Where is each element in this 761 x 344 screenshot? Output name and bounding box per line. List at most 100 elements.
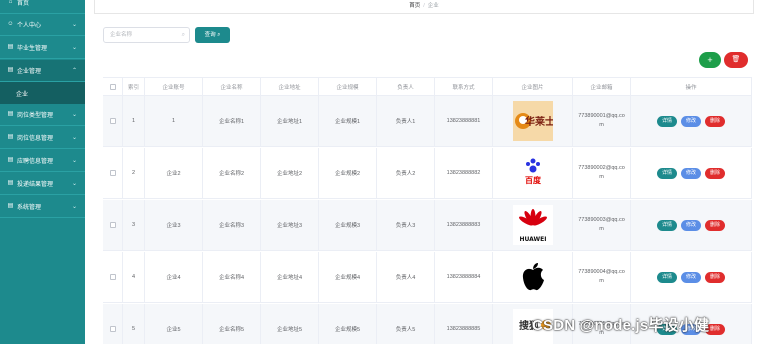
sidebar-item-applications[interactable]: ▤ 应聘信息管理 ⌄ [0, 150, 85, 172]
cell-phone: 13823888881 [435, 96, 493, 146]
sidebar-item-label: 毕业生管理 [17, 46, 48, 52]
user-icon: ☺ [7, 21, 14, 27]
delete-button[interactable]: 删除 [705, 219, 725, 231]
sidebar-item-label: 投递结果管理 [17, 182, 54, 188]
cell-leader: 负责人1 [377, 96, 435, 146]
search-icon: ⌕ [181, 32, 185, 38]
add-button[interactable]: + [699, 52, 721, 68]
table-row: 1 1 企业名称1 企业地址1 企业规模1 负责人1 13823888881 华… [103, 96, 752, 147]
sidebar-item-company[interactable]: ▤ 企业管理 ⌃ [0, 60, 85, 82]
sidebar-item-label: 岗位信息管理 [17, 136, 54, 142]
sidebar-subitem-company[interactable]: 企业 [0, 82, 85, 104]
sidebar-item-label: 系统管理 [17, 205, 42, 211]
cell-index: 1 [123, 96, 145, 146]
cell-address: 企业地址1 [261, 96, 319, 146]
cell-index: 3 [123, 200, 145, 250]
cell-leader: 负责人2 [377, 148, 435, 198]
cell-index: 2 [123, 148, 145, 198]
breadcrumb: 首页 / 企业 [94, 0, 754, 14]
cell-logo: HUAWEI [493, 200, 573, 250]
cell-logo: 华莱士 [493, 96, 573, 146]
delete-button[interactable]: 删除 [705, 271, 725, 283]
table-row: 3 企业3 企业名称3 企业地址3 企业规模3 负责人3 13823888883… [103, 200, 752, 251]
sidebar-item-system[interactable]: ▤ 系统管理 ⌄ [0, 196, 85, 218]
edit-button[interactable]: 修改 [681, 115, 701, 127]
breadcrumb-home[interactable]: 首页 [409, 3, 420, 9]
row-checkbox[interactable] [103, 148, 123, 198]
trash-icon: 🗑 [731, 56, 741, 63]
delete-button[interactable]: 删除 [705, 115, 725, 127]
detail-button[interactable]: 详情 [657, 219, 677, 231]
table-row: 4 企业4 企业名称4 企业地址4 企业规模4 负责人4 13823888884… [103, 252, 752, 303]
row-checkbox[interactable] [103, 200, 123, 250]
row-checkbox[interactable] [103, 252, 123, 302]
cell-address: 企业地址2 [261, 148, 319, 198]
search-input[interactable]: 企业名称 ⌕ [103, 27, 190, 43]
edit-button[interactable]: 修改 [681, 167, 701, 179]
detail-button[interactable]: 详情 [657, 271, 677, 283]
folder-icon: ▤ [7, 180, 14, 186]
cell-email: 773890001@qq.com [573, 96, 631, 146]
delete-button[interactable]: 删除 [705, 167, 725, 179]
detail-button[interactable]: 详情 [657, 115, 677, 127]
cell-phone: 13823888882 [435, 148, 493, 198]
sidebar-item-profile[interactable]: ☺ 个人中心 ⌄ [0, 14, 85, 36]
sidebar: ⌂ 首页 ☺ 个人中心 ⌄ ▤ 毕业生管理 ⌄ ▤ 企业管理 ⌃ 企业 ▤ 岗位类型管理 ⌄ ▤ 岗… [0, 0, 85, 344]
edit-button[interactable]: 修改 [681, 271, 701, 283]
column-header: 企业地址 [261, 78, 319, 95]
logo-text: 百度 [525, 175, 542, 185]
sidebar-item-jobs[interactable]: ▤ 岗位信息管理 ⌄ [0, 127, 85, 149]
row-checkbox[interactable] [103, 96, 123, 146]
cell-phone: 13823888884 [435, 252, 493, 302]
sidebar-item-label: 岗位类型管理 [17, 113, 54, 119]
cell-phone: 13823888885 [435, 304, 493, 344]
sidebar-item-label: 个人中心 [17, 23, 42, 29]
cell-logo: 百度 [493, 148, 573, 198]
detail-button[interactable]: 详情 [657, 167, 677, 179]
chevron-down-icon: ⌄ [71, 135, 77, 141]
select-all-checkbox[interactable] [103, 78, 123, 95]
folder-icon: ▤ [7, 111, 14, 117]
cell-index: 5 [123, 304, 145, 344]
column-header: 操作 [631, 78, 752, 95]
cell-email: 773890003@qq.com [573, 200, 631, 250]
folder-icon: ▤ [7, 157, 14, 163]
cell-logo [493, 252, 573, 302]
batch-delete-button[interactable]: 🗑 [724, 52, 748, 68]
column-header: 企业邮箱 [573, 78, 631, 95]
folder-icon: ▤ [7, 203, 14, 209]
sidebar-item-results[interactable]: ▤ 投递结果管理 ⌄ [0, 173, 85, 195]
cell-account: 企业4 [145, 252, 203, 302]
edit-button[interactable]: 修改 [681, 219, 701, 231]
column-header: 联系方式 [435, 78, 493, 95]
cell-scale: 企业规模5 [319, 304, 377, 344]
chevron-up-icon: ⌃ [71, 68, 77, 74]
cell-actions: 详情 修改 删除 [631, 200, 752, 250]
sidebar-item-home[interactable]: ⌂ 首页 [0, 0, 85, 14]
breadcrumb-separator: / [423, 3, 425, 9]
cell-phone: 13823888883 [435, 200, 493, 250]
sidebar-item-graduates[interactable]: ▤ 毕业生管理 ⌄ [0, 37, 85, 59]
search-button[interactable]: 查询 ⌕ [195, 27, 230, 43]
cell-scale: 企业规模1 [319, 96, 377, 146]
cell-actions: 详情 修改 删除 [631, 96, 752, 146]
column-header: 企业规模 [319, 78, 377, 95]
chevron-down-icon: ⌄ [71, 181, 77, 187]
plus-icon: + [707, 55, 713, 65]
folder-icon: ▤ [7, 134, 14, 140]
cell-address: 企业地址5 [261, 304, 319, 344]
sidebar-item-label: 首页 [17, 1, 30, 7]
cell-account: 企业2 [145, 148, 203, 198]
company-logo-image [512, 257, 553, 297]
column-header: 企业名称 [203, 78, 261, 95]
logo-text: 华莱士 [525, 115, 553, 128]
cell-index: 4 [123, 252, 145, 302]
logo-text: HUAWEI [519, 236, 546, 243]
cell-name: 企业名称4 [203, 252, 261, 302]
sidebar-item-job-types[interactable]: ▤ 岗位类型管理 ⌄ [0, 104, 85, 126]
column-header: 负责人 [377, 78, 435, 95]
chevron-down-icon: ⌄ [71, 45, 77, 51]
cell-leader: 负责人3 [377, 200, 435, 250]
home-icon: ⌂ [8, 0, 13, 5]
row-checkbox[interactable] [103, 304, 123, 344]
